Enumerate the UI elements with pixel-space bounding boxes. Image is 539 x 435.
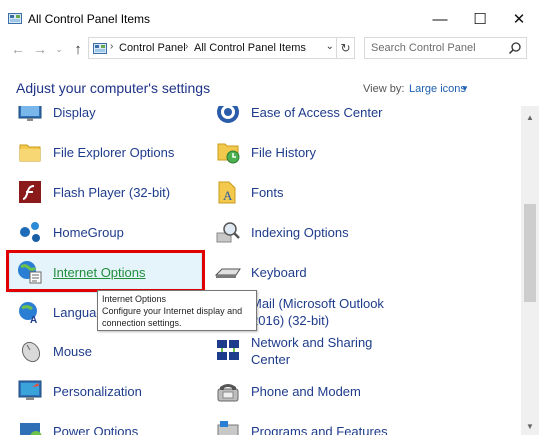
item-display[interactable]: Display xyxy=(16,106,96,131)
item-label: File Explorer Options xyxy=(53,144,175,160)
personalization-icon xyxy=(18,380,42,400)
homegroup-icon xyxy=(20,222,40,242)
title-bar: All Control Panel Items — ☐ ✕ xyxy=(0,0,539,36)
item-mouse[interactable]: Mouse xyxy=(16,332,92,370)
breadcrumb-control-panel[interactable]: Control Panel xyxy=(119,42,186,54)
arrow-right-icon: → xyxy=(33,41,47,57)
vertical-scrollbar[interactable]: ▲ ▼ xyxy=(521,106,539,435)
maximize-button[interactable]: ☐ xyxy=(460,4,500,34)
chevron-down-icon: ⌄ xyxy=(55,43,63,54)
refresh-button[interactable]: ↻ xyxy=(336,38,354,58)
window-title: All Control Panel Items xyxy=(28,12,151,26)
arrow-left-icon: ← xyxy=(11,41,25,57)
caret-down-icon[interactable]: ▼ xyxy=(461,84,469,93)
back-button[interactable]: ← xyxy=(8,38,28,60)
breadcrumb-separator: › xyxy=(110,41,114,52)
programs-features-icon xyxy=(217,421,239,435)
indexing-icon xyxy=(216,222,240,243)
svg-text:A: A xyxy=(223,188,233,203)
item-phone-modem[interactable]: Phone and Modem xyxy=(214,372,361,410)
item-programs-features[interactable]: Programs and Features xyxy=(214,412,388,435)
item-label: Keyboard xyxy=(251,264,307,280)
address-dropdown-icon[interactable]: ⌄ xyxy=(326,41,334,52)
close-button[interactable]: ✕ xyxy=(499,4,539,34)
refresh-icon: ↻ xyxy=(340,41,351,55)
item-label: Power Options xyxy=(53,423,139,435)
ease-of-access-icon xyxy=(217,106,239,123)
control-panel-icon xyxy=(8,13,22,24)
tooltip: Internet Options Configure your Internet… xyxy=(97,290,257,331)
chevron-down-icon: ▼ xyxy=(526,421,534,431)
mouse-icon xyxy=(21,341,41,363)
item-label: Mouse xyxy=(53,343,93,359)
item-label: Indexing Options xyxy=(251,224,349,240)
display-icon xyxy=(18,106,42,121)
address-bar[interactable]: › Control Panel › All Control Panel Item… xyxy=(88,37,355,59)
view-by-label: View by: xyxy=(363,83,405,95)
file-history-icon xyxy=(217,143,240,164)
arrow-up-icon: ↑ xyxy=(74,40,82,58)
item-label: Fonts xyxy=(251,184,284,200)
highlight-box xyxy=(6,250,205,292)
breadcrumb-all-items[interactable]: All Control Panel Items xyxy=(194,42,306,54)
item-label: Phone and Modem xyxy=(251,383,361,399)
item-label: Programs and Features xyxy=(251,423,388,435)
up-button[interactable]: ↑ xyxy=(68,38,88,60)
maximize-icon: ☐ xyxy=(473,11,487,28)
minimize-icon: — xyxy=(432,10,448,28)
recent-locations-button[interactable]: ⌄ xyxy=(49,38,69,60)
keyboard-icon xyxy=(214,268,241,278)
item-label: File History xyxy=(251,144,317,160)
navigation-bar: ← → ⌄ ↑ › Control Panel › All Control Pa… xyxy=(0,36,539,62)
item-label: Display xyxy=(53,106,96,120)
item-label: Ease of Access Center xyxy=(251,106,383,120)
tooltip-title: Internet Options xyxy=(102,294,167,304)
language-icon: A xyxy=(19,302,37,326)
search-input[interactable] xyxy=(365,38,505,58)
tooltip-description: Configure your Internet display and conn… xyxy=(102,306,243,328)
control-panel-icon xyxy=(93,43,107,54)
phone-modem-icon xyxy=(217,384,239,402)
fonts-icon: A xyxy=(218,181,236,204)
search-icon[interactable] xyxy=(508,41,522,55)
item-flash-player[interactable]: Flash Player (32-bit) xyxy=(16,173,170,211)
item-label: Flash Player (32-bit) xyxy=(53,184,171,200)
scroll-up-button[interactable]: ▲ xyxy=(521,110,539,124)
item-homegroup[interactable]: HomeGroup xyxy=(16,213,124,251)
item-personalization[interactable]: Personalization xyxy=(16,372,142,410)
close-icon: ✕ xyxy=(512,11,526,28)
item-ease-of-access[interactable]: Ease of Access Center xyxy=(214,106,383,131)
folder-options-icon xyxy=(19,144,41,162)
scroll-thumb[interactable] xyxy=(524,204,536,302)
item-power-options[interactable]: Power Options xyxy=(16,412,138,435)
flash-player-icon xyxy=(19,181,41,203)
search-box[interactable] xyxy=(364,37,527,59)
item-keyboard[interactable]: Keyboard xyxy=(214,253,307,291)
item-network-sharing[interactable]: Network and Sharing Center xyxy=(214,328,372,374)
scroll-down-button[interactable]: ▼ xyxy=(521,419,539,433)
chevron-up-icon: ▲ xyxy=(526,112,534,122)
item-label: Personalization xyxy=(53,383,142,399)
item-fonts[interactable]: A Fonts xyxy=(214,173,284,211)
page-title: Adjust your computer's settings xyxy=(16,80,211,96)
power-options-icon xyxy=(20,423,42,435)
item-file-explorer-options[interactable]: File Explorer Options xyxy=(16,133,174,171)
view-by-dropdown[interactable]: Large icons xyxy=(409,83,466,95)
forward-button[interactable]: → xyxy=(30,38,50,60)
minimize-button[interactable]: — xyxy=(420,4,460,34)
item-label: Mail (Microsoft Outlook 2016) (32-bit) xyxy=(251,296,384,328)
item-file-history[interactable]: File History xyxy=(214,133,316,171)
breadcrumb-separator: › xyxy=(185,41,189,52)
item-label: HomeGroup xyxy=(53,224,124,240)
item-indexing-options[interactable]: Indexing Options xyxy=(214,213,349,251)
svg-text:A: A xyxy=(30,315,37,326)
item-label: Network and Sharing Center xyxy=(251,335,373,367)
network-sharing-icon xyxy=(217,340,239,360)
